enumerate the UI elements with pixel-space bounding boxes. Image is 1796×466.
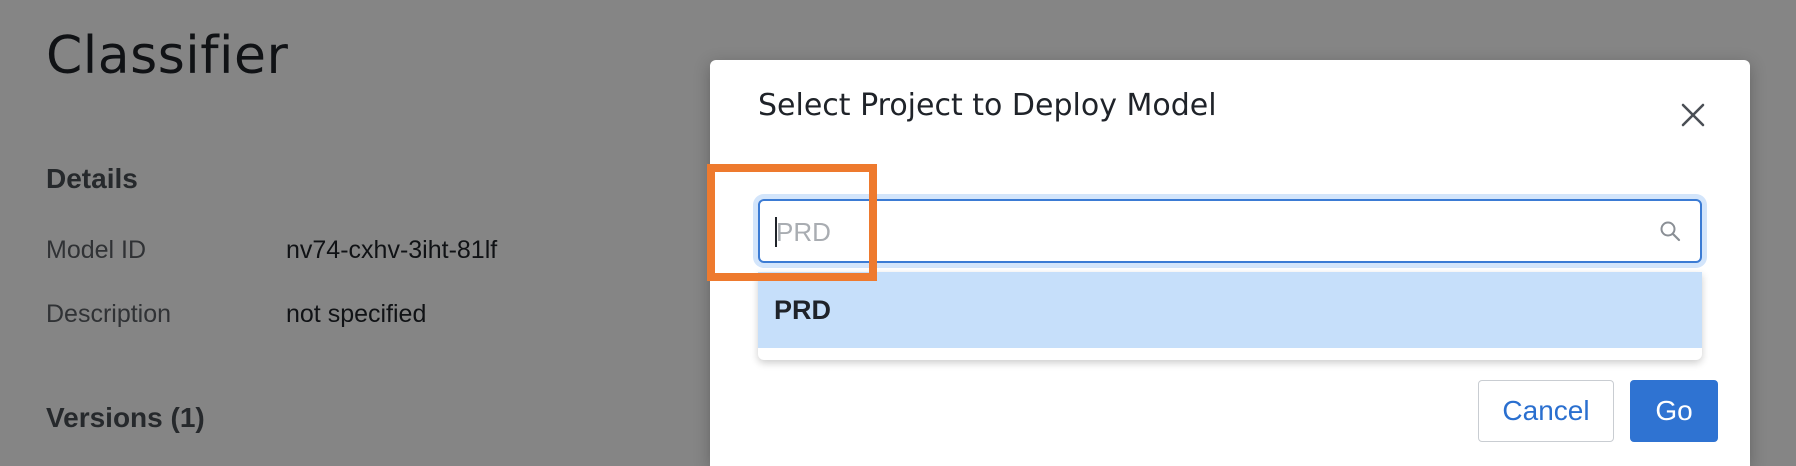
dropdown-option-prd[interactable]: PRD bbox=[758, 272, 1702, 348]
cancel-button[interactable]: Cancel bbox=[1478, 380, 1614, 442]
close-icon bbox=[1681, 103, 1705, 127]
close-button[interactable] bbox=[1676, 98, 1710, 132]
page: Classifier Details Model ID nv74-cxhv-3i… bbox=[0, 0, 1796, 466]
dialog-title: Select Project to Deploy Model bbox=[758, 88, 1217, 123]
project-search-input[interactable] bbox=[774, 201, 1638, 263]
search-icon bbox=[1660, 221, 1681, 242]
project-dropdown: PRD bbox=[758, 272, 1702, 360]
go-button[interactable]: Go bbox=[1630, 380, 1718, 442]
annotation-highlight-box bbox=[707, 164, 877, 281]
project-search-field[interactable] bbox=[758, 199, 1702, 263]
